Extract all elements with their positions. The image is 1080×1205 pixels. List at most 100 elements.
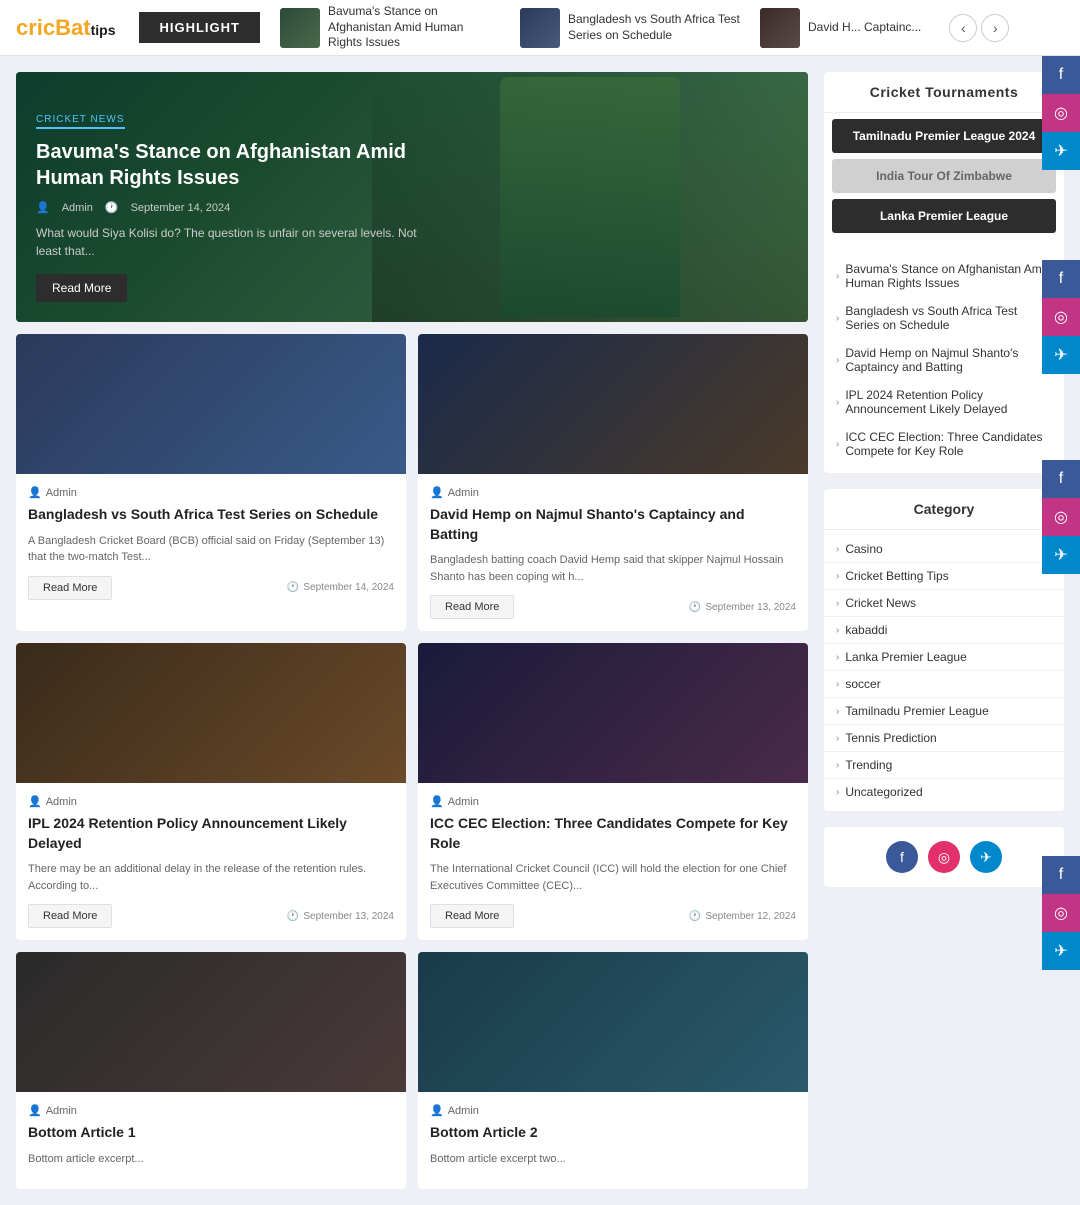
author-icon-4: 👤 <box>28 1104 42 1117</box>
category-item-2[interactable]: › Cricket News <box>824 590 1064 617</box>
featured-read-more-button[interactable]: Read More <box>36 274 127 302</box>
tournaments-section: Cricket Tournaments Tamilnadu Premier Le… <box>824 72 1064 473</box>
related-link-1[interactable]: › Bangladesh vs South Africa Test Series… <box>824 297 1064 339</box>
article-image-3 <box>418 643 808 783</box>
news-ticker: Bavuma's Stance on Afghanistan Amid Huma… <box>280 4 1064 51</box>
category-item-7[interactable]: › Tennis Prediction <box>824 725 1064 752</box>
telegram-button-3[interactable]: ✈ <box>1042 536 1080 574</box>
featured-excerpt: What would Siya Kolisi do? The question … <box>36 224 432 260</box>
telegram-button-4[interactable]: ✈ <box>1042 932 1080 970</box>
ticker-item-3[interactable]: David H... Captainc... <box>760 8 921 48</box>
main-container: CRICKET NEWS Bavuma's Stance on Afghanis… <box>0 56 1080 1205</box>
highlight-button[interactable]: HighliGHT <box>139 12 260 43</box>
category-chevron-8: › <box>836 760 839 771</box>
facebook-button-1[interactable]: f <box>1042 56 1080 94</box>
article-grid-row-3: 👤 Admin Bottom Article 1 Bottom article … <box>16 952 808 1189</box>
category-chevron-3: › <box>836 625 839 636</box>
article-author-4: 👤 Admin <box>28 1104 394 1117</box>
category-chevron-0: › <box>836 544 839 555</box>
article-title-3: ICC CEC Election: Three Candidates Compe… <box>430 814 796 853</box>
instagram-button-3[interactable]: ◎ <box>1042 498 1080 536</box>
tournament-button-2[interactable]: Lanka Premier League <box>832 199 1056 233</box>
article-card-4: 👤 Admin Bottom Article 1 Bottom article … <box>16 952 406 1189</box>
category-chevron-4: › <box>836 652 839 663</box>
article-card-1: 👤 Admin David Hemp on Najmul Shanto's Ca… <box>418 334 808 631</box>
featured-tag: CRICKET NEWS <box>36 114 125 129</box>
category-chevron-7: › <box>836 733 839 744</box>
related-link-4[interactable]: › ICC CEC Election: Three Candidates Com… <box>824 423 1064 465</box>
featured-author-icon: 👤 <box>36 201 50 214</box>
facebook-button-3[interactable]: f <box>1042 460 1080 498</box>
related-link-0[interactable]: › Bavuma's Stance on Afghanistan Amid Hu… <box>824 255 1064 297</box>
related-link-2[interactable]: › David Hemp on Najmul Shanto's Captainc… <box>824 339 1064 381</box>
article-card-2: 👤 Admin IPL 2024 Retention Policy Announ… <box>16 643 406 940</box>
ticker-text-2: Bangladesh vs South Africa Test Series o… <box>568 12 740 43</box>
related-link-3[interactable]: › IPL 2024 Retention Policy Announcement… <box>824 381 1064 423</box>
article-grid-row-1: 👤 Admin Bangladesh vs South Africa Test … <box>16 334 808 631</box>
site-header: cricBattips HighliGHT Bavuma's Stance on… <box>0 0 1080 56</box>
article-author-1: 👤 Admin <box>430 486 796 499</box>
facebook-button-4[interactable]: f <box>1042 856 1080 894</box>
site-logo[interactable]: cricBattips <box>16 15 115 41</box>
clock-icon-3: 🕐 <box>689 911 701 922</box>
article-excerpt-0: A Bangladesh Cricket Board (BCB) officia… <box>28 533 394 566</box>
article-title-5: Bottom Article 2 <box>430 1123 796 1143</box>
instagram-button-2[interactable]: ◎ <box>1042 298 1080 336</box>
article-card-5: 👤 Admin Bottom Article 2 Bottom article … <box>418 952 808 1189</box>
social-sidebar-4: f ◎ ✈ <box>1042 856 1080 970</box>
category-item-8[interactable]: › Trending <box>824 752 1064 779</box>
category-item-9[interactable]: › Uncategorized <box>824 779 1064 805</box>
share-telegram-button[interactable]: ✈ <box>970 841 1002 873</box>
featured-author: Admin <box>62 202 93 214</box>
category-item-4[interactable]: › Lanka Premier League <box>824 644 1064 671</box>
tournaments-title: Cricket Tournaments <box>824 72 1064 113</box>
ticker-image-2 <box>520 8 560 48</box>
telegram-button-1[interactable]: ✈ <box>1042 132 1080 170</box>
share-instagram-button[interactable]: ◎ <box>928 841 960 873</box>
instagram-button-1[interactable]: ◎ <box>1042 94 1080 132</box>
ticker-prev-button[interactable]: ‹ <box>949 14 977 42</box>
ticker-image-1 <box>280 8 320 48</box>
chevron-icon-4: › <box>836 439 839 450</box>
article-grid-row-2: 👤 Admin IPL 2024 Retention Policy Announ… <box>16 643 808 940</box>
featured-meta: 👤 Admin 🕐 September 14, 2024 <box>36 201 432 214</box>
telegram-button-2[interactable]: ✈ <box>1042 336 1080 374</box>
category-item-3[interactable]: › kabaddi <box>824 617 1064 644</box>
ticker-item-1[interactable]: Bavuma's Stance on Afghanistan Amid Huma… <box>280 4 500 51</box>
category-item-0[interactable]: › Casino <box>824 536 1064 563</box>
right-column: Cricket Tournaments Tamilnadu Premier Le… <box>824 72 1064 1189</box>
article-title-2: IPL 2024 Retention Policy Announcement L… <box>28 814 394 853</box>
category-item-1[interactable]: › Cricket Betting Tips <box>824 563 1064 590</box>
author-icon-3: 👤 <box>430 795 444 808</box>
article-read-more-button-1[interactable]: Read More <box>430 595 514 619</box>
article-body-4: 👤 Admin Bottom Article 1 Bottom article … <box>16 1092 406 1189</box>
article-read-more-button-0[interactable]: Read More <box>28 576 112 600</box>
article-body-3: 👤 Admin ICC CEC Election: Three Candidat… <box>418 783 808 940</box>
article-author-0: 👤 Admin <box>28 486 394 499</box>
article-read-more-button-2[interactable]: Read More <box>28 904 112 928</box>
article-author-3: 👤 Admin <box>430 795 796 808</box>
article-footer-1: Read More 🕐 September 13, 2024 <box>430 595 796 619</box>
ticker-item-2[interactable]: Bangladesh vs South Africa Test Series o… <box>520 8 740 48</box>
tournament-button-0[interactable]: Tamilnadu Premier League 2024 <box>832 119 1056 153</box>
article-excerpt-2: There may be an additional delay in the … <box>28 861 394 894</box>
ticker-text-3: David H... Captainc... <box>808 20 921 36</box>
article-author-2: 👤 Admin <box>28 795 394 808</box>
article-date-3: 🕐 September 12, 2024 <box>689 911 796 922</box>
article-card-3: 👤 Admin ICC CEC Election: Three Candidat… <box>418 643 808 940</box>
tournament-button-1[interactable]: India Tour Of Zimbabwe <box>832 159 1056 193</box>
facebook-button-2[interactable]: f <box>1042 260 1080 298</box>
share-facebook-button[interactable]: f <box>886 841 918 873</box>
related-links-list: › Bavuma's Stance on Afghanistan Amid Hu… <box>824 247 1064 473</box>
featured-clock-icon: 🕐 <box>105 201 119 214</box>
article-body-5: 👤 Admin Bottom Article 2 Bottom article … <box>418 1092 808 1189</box>
category-item-6[interactable]: › Tamilnadu Premier League <box>824 698 1064 725</box>
article-footer-0: Read More 🕐 September 14, 2024 <box>28 576 394 600</box>
ticker-next-button[interactable]: › <box>981 14 1009 42</box>
article-read-more-button-3[interactable]: Read More <box>430 904 514 928</box>
category-chevron-1: › <box>836 571 839 582</box>
instagram-button-4[interactable]: ◎ <box>1042 894 1080 932</box>
category-item-5[interactable]: › soccer <box>824 671 1064 698</box>
logo-cric: cricBat <box>16 15 91 40</box>
article-excerpt-1: Bangladesh batting coach David Hemp said… <box>430 552 796 585</box>
